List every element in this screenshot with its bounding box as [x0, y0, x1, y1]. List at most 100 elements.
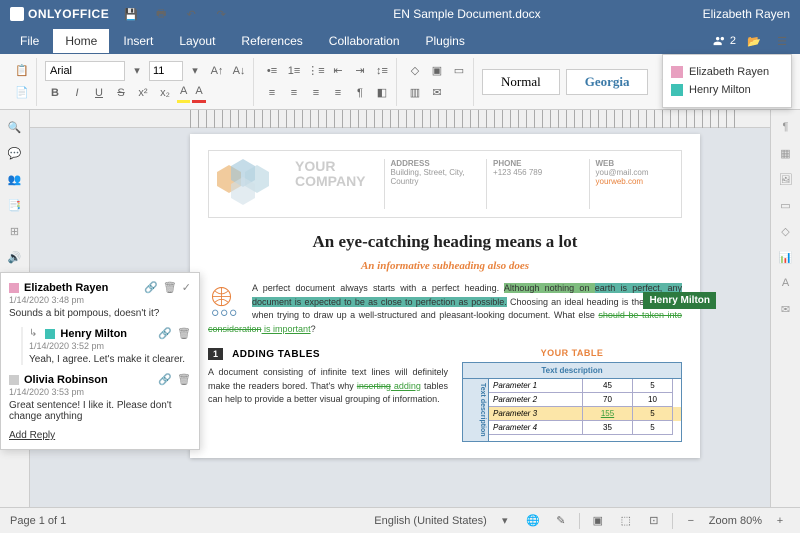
reply-user: Henry Milton	[60, 328, 153, 340]
zoom-level[interactable]: Zoom 80%	[709, 515, 762, 527]
current-user[interactable]: Elizabeth Rayen	[703, 7, 790, 21]
reply-text: Great sentence! I like it. Please don't …	[9, 400, 191, 422]
table-block[interactable]: YOUR TABLE Text description Text descrip…	[462, 348, 682, 442]
page-indicator[interactable]: Page 1 of 1	[10, 515, 66, 527]
users-count[interactable]: 2	[713, 34, 736, 48]
image-settings-icon[interactable]: 🖼	[777, 170, 795, 188]
horizontal-ruler[interactable]	[30, 110, 770, 128]
align-obj-icon[interactable]: ▭	[449, 61, 469, 81]
delete-comment-icon[interactable]: 🗑	[163, 281, 177, 294]
style-normal[interactable]: Normal	[482, 69, 560, 95]
textart-settings-icon[interactable]: A	[777, 274, 795, 292]
plugins-sb-icon[interactable]: ⊞	[6, 222, 24, 240]
nonprinting-icon[interactable]: ¶	[350, 83, 370, 103]
menu-home[interactable]: Home	[53, 29, 109, 53]
font-dropdown-icon[interactable]: ▾	[127, 61, 147, 81]
document-page[interactable]: YOUR COMPANY ADDRESS Building, Street, C…	[190, 134, 700, 458]
font-color-icon[interactable]: A	[192, 83, 205, 103]
multilevel-icon[interactable]: ⋮≡	[306, 61, 326, 81]
open-location-icon[interactable]: 📂	[744, 31, 764, 51]
bold-icon[interactable]: B	[45, 83, 65, 103]
redo-icon[interactable]: ↷	[211, 4, 231, 24]
decrease-size-icon[interactable]: A↓	[229, 61, 249, 81]
feedback-icon[interactable]: 🔊	[6, 248, 24, 266]
style-heading[interactable]: Georgia	[566, 69, 649, 95]
chart-settings-icon[interactable]: 📊	[777, 248, 795, 266]
add-reply-button[interactable]: Add Reply	[9, 430, 191, 441]
doc-heading-1[interactable]: An eye-catching heading means a lot	[208, 232, 682, 252]
align-center-icon[interactable]: ≡	[284, 83, 304, 103]
shading-icon[interactable]: ◧	[372, 83, 392, 103]
search-icon[interactable]: 🔍	[6, 118, 24, 136]
copy-icon[interactable]: 📋	[12, 61, 32, 81]
globe-users-icon	[208, 284, 244, 320]
menu-file[interactable]: File	[8, 29, 51, 53]
paragraph-1[interactable]: A perfect document always starts with a …	[208, 282, 682, 336]
superscript-icon[interactable]: x²	[133, 83, 153, 103]
delete-reply-icon[interactable]: 🗑	[177, 327, 191, 340]
spellcheck-icon[interactable]: 🌐	[523, 511, 543, 531]
highlight-color-icon[interactable]: A	[177, 83, 190, 103]
chat-icon[interactable]: 👥	[6, 170, 24, 188]
reply: Olivia Robinson 🔗 🗑 1/14/2020 3:53 pm Gr…	[9, 373, 191, 422]
header-settings-icon[interactable]: ▭	[777, 196, 795, 214]
inc-indent-icon[interactable]: ⇥	[350, 61, 370, 81]
save-icon[interactable]: 💾	[121, 4, 141, 24]
doc-title: EN Sample Document.docx	[231, 7, 702, 21]
font-size-select[interactable]	[149, 61, 183, 81]
underline-icon[interactable]: U	[89, 83, 109, 103]
zoom-in-icon[interactable]: +	[770, 511, 790, 531]
bullets-icon[interactable]: •≡	[262, 61, 282, 81]
align-right-icon[interactable]: ≡	[306, 83, 326, 103]
increase-size-icon[interactable]: A↑	[207, 61, 227, 81]
arrange-icon[interactable]: ▣	[427, 61, 447, 81]
paragraph-settings-icon[interactable]: ¶	[777, 118, 795, 136]
track-changes-icon[interactable]: ✎	[551, 511, 571, 531]
numbering-icon[interactable]: 1≡	[284, 61, 304, 81]
paste-icon[interactable]: 📄	[12, 83, 32, 103]
navigation-icon[interactable]: 📑	[6, 196, 24, 214]
comments-icon[interactable]: 💬	[6, 144, 24, 162]
menu-plugins[interactable]: Plugins	[414, 29, 477, 53]
shape-settings-icon[interactable]: ◇	[777, 222, 795, 240]
data-table[interactable]: Text description Text description Parame…	[462, 362, 682, 442]
section-heading[interactable]: 1 ADDING TABLES	[208, 348, 448, 360]
menu-insert[interactable]: Insert	[111, 29, 165, 53]
columns-icon[interactable]: ▥	[405, 83, 425, 103]
doc-heading-2[interactable]: An informative subheading also does	[208, 260, 682, 272]
size-dropdown-icon[interactable]: ▾	[185, 61, 205, 81]
resolve-icon[interactable]: ✓	[182, 281, 191, 294]
mailmerge-icon[interactable]: ✉	[427, 83, 447, 103]
undo-icon[interactable]: ↶	[181, 4, 201, 24]
attach-icon[interactable]: 🔗	[144, 281, 158, 294]
align-left-icon[interactable]: ≡	[262, 83, 282, 103]
attach-icon[interactable]: 🔗	[158, 327, 172, 340]
justify-icon[interactable]: ≡	[328, 83, 348, 103]
language-select[interactable]: English (United States)	[374, 515, 487, 527]
subscript-icon[interactable]: x₂	[155, 83, 175, 103]
address-value: Building, Street, City, Country	[391, 168, 468, 186]
zoom-100-icon[interactable]: ⊡	[644, 511, 664, 531]
reply-date: 1/14/2020 3:52 pm	[29, 341, 191, 351]
font-family-select[interactable]	[45, 61, 125, 81]
logo-icon	[10, 7, 24, 21]
dec-indent-icon[interactable]: ⇤	[328, 61, 348, 81]
view-settings-icon[interactable]: ☰	[772, 31, 792, 51]
zoom-out-icon[interactable]: −	[681, 511, 701, 531]
attach-icon[interactable]: 🔗	[158, 373, 172, 386]
lang-dropdown-icon[interactable]: ▾	[495, 511, 515, 531]
table-settings-icon[interactable]: ▦	[777, 144, 795, 162]
italic-icon[interactable]: I	[67, 83, 87, 103]
print-icon[interactable]: 🖶	[151, 4, 171, 24]
menu-references[interactable]: References	[229, 29, 314, 53]
fit-width-icon[interactable]: ⬚	[616, 511, 636, 531]
merge-settings-icon[interactable]: ✉	[777, 300, 795, 318]
menu-collaboration[interactable]: Collaboration	[317, 29, 412, 53]
line-spacing-icon[interactable]: ↕≡	[372, 61, 392, 81]
section-text[interactable]: A document consisting of infinite text l…	[208, 366, 448, 407]
menu-layout[interactable]: Layout	[167, 29, 227, 53]
strike-icon[interactable]: S	[111, 83, 131, 103]
delete-reply-icon[interactable]: 🗑	[177, 373, 191, 386]
insert-shape-icon[interactable]: ◇	[405, 61, 425, 81]
fit-page-icon[interactable]: ▣	[588, 511, 608, 531]
